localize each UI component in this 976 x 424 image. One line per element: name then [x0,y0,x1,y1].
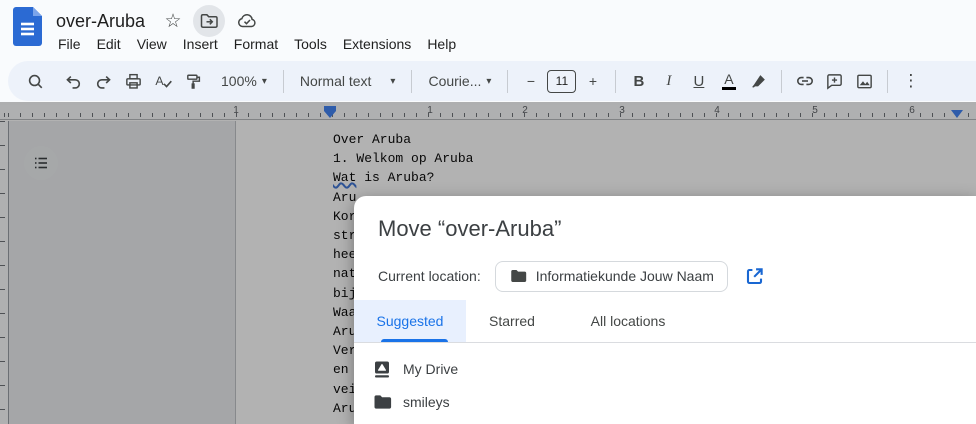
search-menus-button[interactable] [22,68,49,95]
current-location-chip[interactable]: Informatiekunde Jouw Naam [495,261,728,292]
active-tab-underline [381,339,448,342]
my-drive-icon [372,359,392,379]
plus-icon: + [589,73,597,89]
paragraph-style-value: Normal text [300,73,372,89]
tab-suggested[interactable]: Suggested [354,300,466,342]
svg-text:A: A [155,73,164,87]
tab-all-locations[interactable]: All locations [566,300,690,342]
insert-image-button[interactable] [851,68,878,95]
chevron-down-icon: ▾ [486,76,491,87]
underline-button[interactable]: U [685,68,712,95]
list-item-smileys[interactable]: smileys [354,385,976,418]
document-title[interactable]: over-Aruba [56,11,145,32]
spellcheck-icon: A [154,72,173,91]
menu-tools[interactable]: Tools [286,34,335,54]
comment-add-icon [825,72,844,91]
toolbar-divider [615,70,616,93]
link-icon [795,71,815,91]
app-header: over-Aruba ☆ File Edit View Insert Forma… [0,0,976,105]
italic-button[interactable]: I [655,68,682,95]
tab-all-locations-label: All locations [591,313,666,329]
menu-extensions[interactable]: Extensions [335,34,419,54]
tab-starred[interactable]: Starred [466,300,558,342]
toolbar-divider [411,70,412,93]
font-size-input[interactable]: 11 [547,70,576,93]
star-button[interactable]: ☆ [159,7,187,35]
toolbar-divider [781,70,782,93]
more-vertical-icon: ⋮ [902,71,919,91]
current-location-label: Current location: [378,268,481,284]
search-icon [26,72,45,91]
chevron-down-icon: ▾ [262,76,267,87]
highlighter-icon [750,72,768,90]
font-family-select[interactable]: Courie... ▾ [421,68,498,95]
google-docs-icon[interactable] [13,7,42,51]
list-item-label: smileys [403,394,450,410]
undo-button[interactable] [60,68,87,95]
text-color-icon: A [722,72,736,90]
cloud-saved-icon [236,10,258,32]
paint-roller-icon [184,72,203,91]
list-item-label: My Drive [403,361,458,377]
font-family-value: Courie... [428,73,481,89]
location-list: My Drive smileys [354,344,976,418]
redo-icon [94,72,113,91]
more-options-button[interactable]: ⋮ [897,68,924,95]
zoom-select[interactable]: 100% ▾ [214,68,274,95]
toolbar-divider [283,70,284,93]
menu-format[interactable]: Format [226,34,286,54]
document-title-row: over-Aruba ☆ [56,8,263,34]
redo-button[interactable] [90,68,117,95]
add-comment-button[interactable] [821,68,848,95]
undo-icon [64,72,83,91]
chevron-down-icon: ▾ [390,76,395,87]
move-folder-icon [199,11,219,31]
print-icon [124,72,143,91]
zoom-value: 100% [221,73,257,89]
minus-icon: − [527,73,535,89]
current-location-value: Informatiekunde Jouw Naam [536,268,714,284]
tab-starred-label: Starred [489,313,535,329]
text-color-button[interactable]: A [715,68,742,95]
google-docs-logo-icon [13,7,42,46]
highlight-color-button[interactable] [745,68,772,95]
spelling-check-button[interactable]: A [150,68,177,95]
star-icon: ☆ [165,10,182,33]
open-in-new-icon [744,266,765,287]
toolbar-divider [887,70,888,93]
menu-file[interactable]: File [50,34,89,54]
menu-insert[interactable]: Insert [175,34,226,54]
decrease-font-size-button[interactable]: − [517,68,544,95]
menu-bar: File Edit View Insert Format Tools Exten… [50,33,464,55]
paragraph-style-select[interactable]: Normal text ▾ [293,68,403,95]
paint-format-button[interactable] [180,68,207,95]
list-item-my-drive[interactable]: My Drive [354,352,976,385]
menu-edit[interactable]: Edit [89,34,129,54]
toolbar: A 100% ▾ Normal text ▾ Courie... ▾ − 11 [8,61,976,101]
move-dialog: Move “over-Aruba” Current location: Info… [354,196,976,424]
print-button[interactable] [120,68,147,95]
bold-button[interactable]: B [625,68,652,95]
toolbar-divider [507,70,508,93]
current-location-row: Current location: Informatiekunde Jouw N… [378,260,769,292]
folder-icon [509,267,527,285]
increase-font-size-button[interactable]: + [579,68,606,95]
menu-help[interactable]: Help [419,34,464,54]
menu-view[interactable]: View [129,34,175,54]
dialog-tabs: Suggested Starred All locations [354,300,976,343]
folder-icon [372,392,392,412]
insert-link-button[interactable] [791,68,818,95]
dialog-title: Move “over-Aruba” [378,216,561,242]
open-location-button[interactable] [741,262,769,290]
tab-suggested-label: Suggested [377,313,444,329]
image-icon [855,72,874,91]
